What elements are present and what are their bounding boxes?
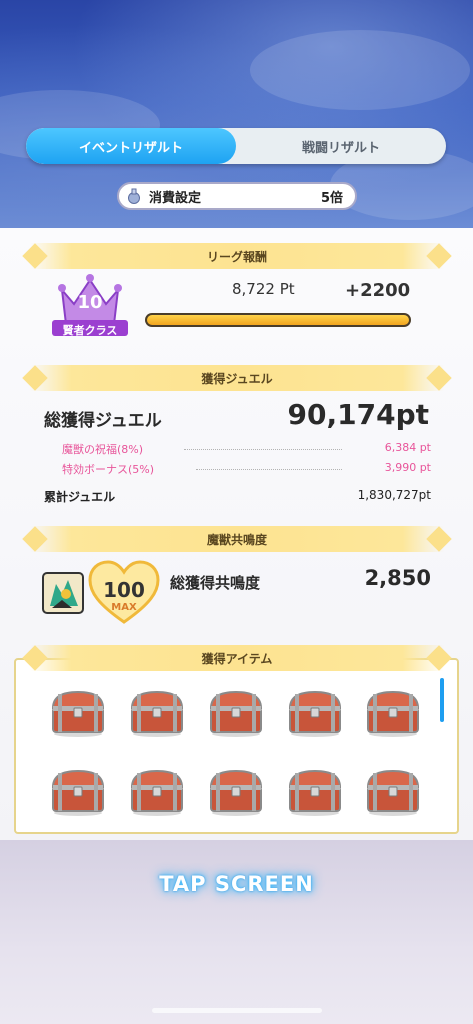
scrollbar[interactable] bbox=[440, 678, 444, 722]
consume-label: 消費設定 bbox=[149, 190, 202, 206]
potion-icon bbox=[128, 188, 140, 204]
league-progress-bar bbox=[145, 313, 411, 327]
dotted-separator bbox=[196, 469, 342, 470]
treasure-chest-icon[interactable] bbox=[50, 767, 106, 817]
league-points: 8,722 Pt bbox=[232, 280, 295, 298]
cumulative-jewel-value: 1,830,727pt bbox=[357, 488, 431, 502]
treasure-chest-icon[interactable] bbox=[50, 688, 106, 738]
bonus-blessing-value: 6,384 pt bbox=[384, 441, 431, 454]
treasure-chest-icon[interactable] bbox=[208, 767, 264, 817]
cumulative-jewel-label: 累計ジュエル bbox=[44, 490, 116, 504]
tab-event-result[interactable]: イベントリザルト bbox=[26, 128, 236, 164]
treasure-chest-icon[interactable] bbox=[129, 767, 185, 817]
resonance-total-label: 総獲得共鳴度 bbox=[170, 574, 261, 592]
resonance-header: 魔獣共鳴度 bbox=[30, 526, 444, 552]
league-gain: +2200 bbox=[345, 280, 411, 301]
tap-screen-prompt[interactable]: TAP SCREEN bbox=[0, 872, 473, 896]
rank-class: 賢者クラス bbox=[62, 324, 118, 337]
resonance-max: MAX bbox=[111, 602, 137, 613]
treasure-chest-icon[interactable] bbox=[287, 688, 343, 738]
rank-number: 10 bbox=[77, 292, 103, 313]
resonance-level: 100 bbox=[103, 578, 145, 602]
treasure-chest-icon[interactable] bbox=[365, 767, 421, 817]
total-jewel-label: 総獲得ジュエル bbox=[44, 411, 162, 431]
consume-value: 5倍 bbox=[320, 190, 343, 206]
dotted-separator bbox=[184, 449, 342, 450]
league-reward-header: リーグ報酬 bbox=[30, 243, 444, 269]
bonus-special-label: 特効ボーナス(5%) bbox=[62, 463, 155, 476]
home-indicator bbox=[152, 1008, 322, 1013]
consume-setting[interactable]: 消費設定 5倍 bbox=[117, 182, 357, 210]
tab-battle-result[interactable]: 戦闘リザルト bbox=[236, 128, 446, 164]
resonance-total-value: 2,850 bbox=[364, 566, 431, 590]
beast-avatar bbox=[42, 572, 84, 614]
treasure-chest-icon[interactable] bbox=[129, 688, 185, 738]
bottom-area bbox=[0, 840, 473, 1024]
league-progress-fill bbox=[147, 315, 409, 325]
total-jewel-value: 90,174pt bbox=[287, 398, 429, 431]
bonus-blessing-label: 魔獣の祝福(8%) bbox=[62, 443, 144, 456]
treasure-chest-icon[interactable] bbox=[287, 767, 343, 817]
jewel-header: 獲得ジュエル bbox=[30, 365, 444, 391]
result-tabs: イベントリザルト 戦闘リザルト bbox=[26, 128, 446, 164]
treasure-chest-icon[interactable] bbox=[365, 688, 421, 738]
treasure-chest-icon[interactable] bbox=[208, 688, 264, 738]
bonus-special-value: 3,990 pt bbox=[384, 461, 431, 474]
items-header: 獲得アイテム bbox=[30, 645, 444, 671]
